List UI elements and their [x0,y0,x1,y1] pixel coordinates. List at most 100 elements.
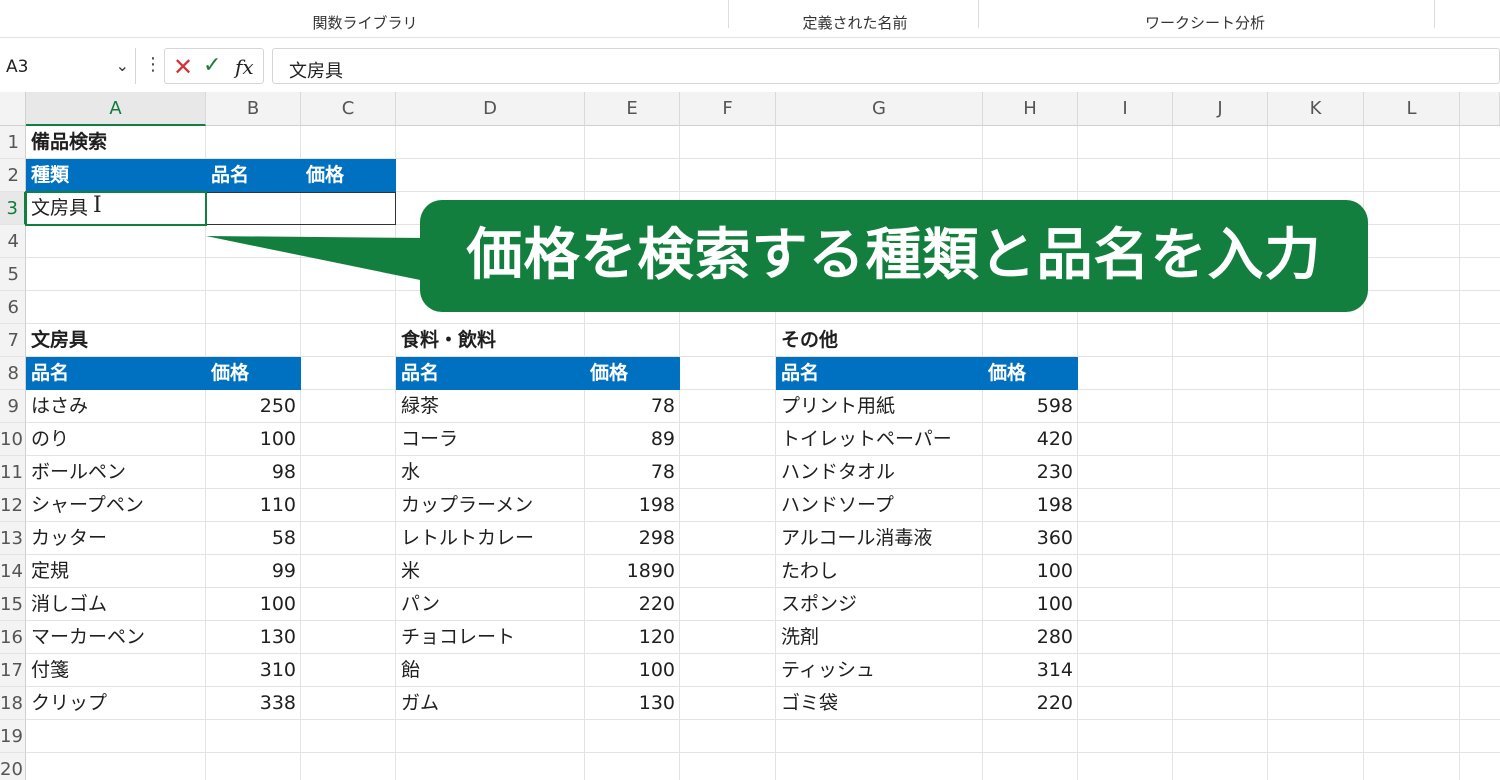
search-header-price[interactable]: 価格 [301,159,396,192]
table-cell-name-other[interactable]: たわし [776,555,983,588]
formula-input[interactable]: 文房具 [272,48,1500,84]
table-cell-name-other[interactable]: トイレットペーパー [776,423,983,456]
table-cell-name-other[interactable]: ハンドタオル [776,456,983,489]
row-header-9[interactable]: 9 [0,390,26,423]
table-cell-price-other[interactable]: 230 [983,456,1078,489]
column-header-a[interactable]: A [26,92,206,126]
table-header-name-other[interactable]: 品名 [776,357,983,390]
row-header-16[interactable]: 16 [0,621,26,654]
table-cell-price-other[interactable]: 280 [983,621,1078,654]
row-header-19[interactable]: 19 [0,720,26,753]
table-cell-name-stationery[interactable]: 付箋 [26,654,206,687]
table-cell-name-other[interactable]: 洗剤 [776,621,983,654]
row-header-12[interactable]: 12 [0,489,26,522]
table-cell-price-stationery[interactable]: 338 [206,687,301,720]
row-header-2[interactable]: 2 [0,159,26,192]
table-cell-name-food[interactable]: チョコレート [396,621,585,654]
table-header-name-stationery[interactable]: 品名 [26,357,206,390]
row-header-5[interactable]: 5 [0,258,26,291]
table-cell-price-other[interactable]: 198 [983,489,1078,522]
search-header-name[interactable]: 品名 [206,159,301,192]
table-cell-name-other[interactable]: ゴミ袋 [776,687,983,720]
column-header-b[interactable]: B [206,92,301,126]
table-cell-price-stationery[interactable]: 98 [206,456,301,489]
table-cell-name-other[interactable]: アルコール消毒液 [776,522,983,555]
row-header-7[interactable]: 7 [0,324,26,357]
select-all-corner[interactable] [0,92,26,126]
column-header-e[interactable]: E [585,92,680,126]
column-header-l[interactable]: L [1364,92,1460,126]
column-header-c[interactable]: C [301,92,396,126]
table-cell-price-stationery[interactable]: 130 [206,621,301,654]
column-header-k[interactable]: K [1268,92,1364,126]
table-cell-name-stationery[interactable]: カッター [26,522,206,555]
table-cell-price-other[interactable]: 360 [983,522,1078,555]
table-cell-name-stationery[interactable]: 消しゴム [26,588,206,621]
column-header-j[interactable]: J [1173,92,1268,126]
ribbon-group-function-library[interactable]: 関数ライブラリ [280,12,450,33]
table-title-food[interactable]: 食料・飲料 [396,324,696,357]
table-cell-name-food[interactable]: 米 [396,555,585,588]
table-cell-price-stationery[interactable]: 310 [206,654,301,687]
row-header-4[interactable]: 4 [0,225,26,258]
table-cell-price-food[interactable]: 1890 [585,555,680,588]
row-header-3[interactable]: 3 [0,192,26,225]
table-cell-name-stationery[interactable]: 定規 [26,555,206,588]
table-cell-name-stationery[interactable]: シャープペン [26,489,206,522]
row-header-17[interactable]: 17 [0,654,26,687]
table-title-stationery[interactable]: 文房具 [26,324,326,357]
ribbon-group-formula-auditing[interactable]: ワークシート分析 [1120,12,1290,33]
table-cell-price-food[interactable]: 220 [585,588,680,621]
table-cell-price-other[interactable]: 420 [983,423,1078,456]
column-header-partial[interactable] [1460,92,1500,126]
column-header-g[interactable]: G [776,92,983,126]
table-cell-price-food[interactable]: 100 [585,654,680,687]
row-header-14[interactable]: 14 [0,555,26,588]
row-header-6[interactable]: 6 [0,291,26,324]
name-box[interactable]: A3 ⌄ [0,48,136,84]
table-cell-price-food[interactable]: 298 [585,522,680,555]
table-header-name-food[interactable]: 品名 [396,357,585,390]
table-cell-price-food[interactable]: 130 [585,687,680,720]
table-cell-name-food[interactable]: コーラ [396,423,585,456]
table-cell-price-other[interactable]: 598 [983,390,1078,423]
table-cell-name-food[interactable]: パン [396,588,585,621]
table-cell-price-food[interactable]: 78 [585,390,680,423]
column-header-i[interactable]: I [1078,92,1173,126]
check-icon[interactable]: ✓ [203,53,221,78]
table-cell-price-other[interactable]: 314 [983,654,1078,687]
table-cell-name-other[interactable]: プリント用紙 [776,390,983,423]
table-cell-name-stationery[interactable]: ボールペン [26,456,206,489]
table-cell-name-stationery[interactable]: クリップ [26,687,206,720]
table-cell-name-food[interactable]: カップラーメン [396,489,585,522]
table-cell-price-stationery[interactable]: 100 [206,588,301,621]
table-cell-price-food[interactable]: 120 [585,621,680,654]
table-cell-price-other[interactable]: 100 [983,555,1078,588]
table-cell-price-stationery[interactable]: 99 [206,555,301,588]
insert-function-button[interactable]: fx [235,55,254,79]
table-cell-name-food[interactable]: ガム [396,687,585,720]
column-header-f[interactable]: F [680,92,776,126]
spreadsheet-grid[interactable]: A B C D E F G H I J K L 1 2 3 4 5 6 7 8 9 10 11 12 13 14 15 16 17 18 1… [0,92,1500,780]
vertical-ellipsis-icon[interactable]: ⋮ [144,54,162,75]
search-header-type[interactable]: 種類 [26,159,206,192]
chevron-down-icon[interactable]: ⌄ [116,56,129,75]
table-header-price-other[interactable]: 価格 [983,357,1078,390]
table-cell-name-food[interactable]: 飴 [396,654,585,687]
table-cell-price-stationery[interactable]: 58 [206,522,301,555]
row-header-10[interactable]: 10 [0,423,26,456]
table-cell-name-food[interactable]: レトルトカレー [396,522,585,555]
table-cell-price-stationery[interactable]: 110 [206,489,301,522]
table-cell-price-stationery[interactable]: 100 [206,423,301,456]
table-cell-price-food[interactable]: 198 [585,489,680,522]
close-icon[interactable]: ✕ [173,53,193,81]
active-cell-a3[interactable] [25,191,207,226]
table-cell-price-other[interactable]: 220 [983,687,1078,720]
table-cell-name-other[interactable]: ハンドソープ [776,489,983,522]
ribbon-group-defined-names[interactable]: 定義された名前 [770,12,940,33]
table-cell-price-stationery[interactable]: 250 [206,390,301,423]
table-cell-name-food[interactable]: 緑茶 [396,390,585,423]
row-header-11[interactable]: 11 [0,456,26,489]
row-header-20[interactable]: 20 [0,753,26,780]
table-header-price-food[interactable]: 価格 [585,357,680,390]
